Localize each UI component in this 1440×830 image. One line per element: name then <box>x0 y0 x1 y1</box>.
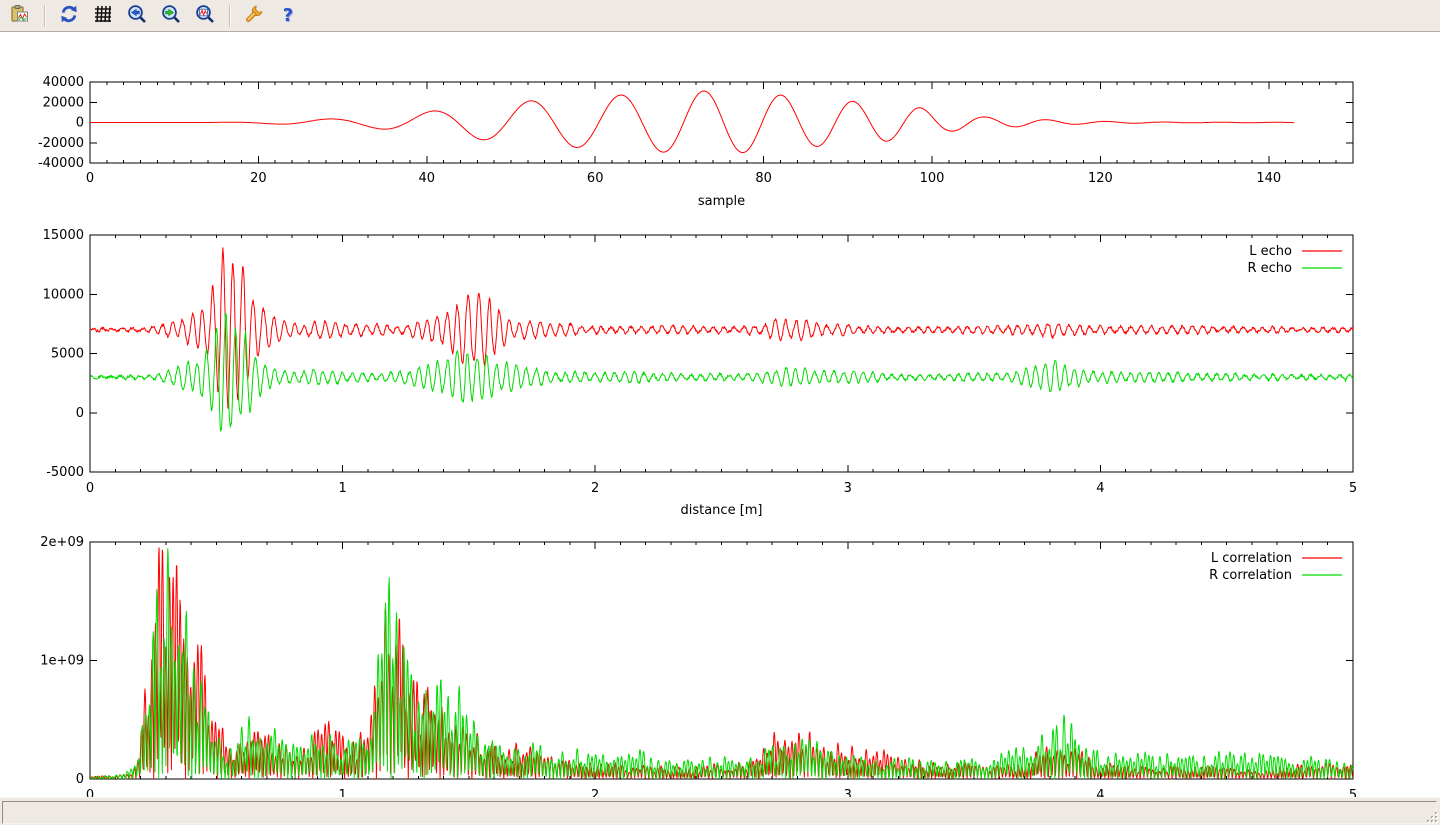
toolbar-separator <box>229 5 230 27</box>
svg-text:R echo: R echo <box>1247 261 1292 276</box>
svg-text:0: 0 <box>76 116 84 131</box>
svg-text:20000: 20000 <box>43 95 84 110</box>
svg-text:20: 20 <box>250 171 267 186</box>
replot-button[interactable] <box>55 2 83 30</box>
svg-text:distance [m]: distance [m] <box>680 503 762 518</box>
copy-plot-button[interactable] <box>6 2 34 30</box>
svg-text:sample: sample <box>698 194 745 209</box>
svg-text:0: 0 <box>76 406 84 421</box>
svg-text:80: 80 <box>755 171 772 186</box>
chart-correlation[interactable]: 01234501e+092e+09distance [m]L correlati… <box>0 528 1440 830</box>
svg-text:0: 0 <box>86 171 94 186</box>
svg-text:5000: 5000 <box>51 347 84 362</box>
grid-icon <box>93 4 113 28</box>
status-text <box>3 802 1436 808</box>
svg-text:2: 2 <box>591 481 599 496</box>
svg-text:120: 120 <box>1088 171 1113 186</box>
status-bar <box>0 797 1440 825</box>
svg-text:100: 100 <box>920 171 945 186</box>
svg-text:L echo: L echo <box>1249 244 1292 259</box>
toolbar: ? <box>0 0 1440 32</box>
chart-echo-signals[interactable]: 012345-5000050001000015000distance [m]L … <box>0 226 1440 528</box>
svg-text:2e+09: 2e+09 <box>40 535 84 550</box>
svg-text:60: 60 <box>587 171 604 186</box>
plot-canvas: 020406080100120140-40000-200000200004000… <box>0 33 1440 797</box>
chart-excitation-signal[interactable]: 0 20 40 60 80 100 120 140 -40000 -20000 0 20000 4000… <box>0 66 1440 226</box>
svg-text:15000: 15000 <box>43 228 84 243</box>
svg-text:L correlation: L correlation <box>1211 551 1292 566</box>
magnifier-plot-icon <box>195 4 215 28</box>
svg-text:1e+09: 1e+09 <box>40 654 84 669</box>
configure-button[interactable] <box>240 2 268 30</box>
question-mark-icon: ? <box>283 7 293 25</box>
zoom-next-button[interactable] <box>157 2 185 30</box>
refresh-icon <box>59 4 79 28</box>
gnuplot-window: ? 020406080100120140-40000-2000002000040… <box>0 0 1440 825</box>
wrench-icon <box>244 4 264 28</box>
svg-text:1: 1 <box>338 481 346 496</box>
help-button[interactable]: ? <box>274 2 302 30</box>
toolbar-separator <box>44 5 45 27</box>
magnifier-left-arrow-icon <box>127 4 147 28</box>
svg-text:40: 40 <box>419 171 436 186</box>
svg-text:-5000: -5000 <box>46 465 84 480</box>
svg-text:0: 0 <box>76 772 84 787</box>
svg-text:-40000: -40000 <box>38 156 84 171</box>
magnifier-right-arrow-icon <box>161 4 181 28</box>
svg-text:0: 0 <box>86 481 94 496</box>
svg-text:5: 5 <box>1349 481 1357 496</box>
toggle-grid-button[interactable] <box>89 2 117 30</box>
svg-text:10000: 10000 <box>43 287 84 302</box>
svg-text:40000: 40000 <box>43 75 84 90</box>
resize-grip[interactable] <box>1425 810 1439 824</box>
svg-text:R correlation: R correlation <box>1209 568 1292 583</box>
zoom-fit-button[interactable] <box>191 2 219 30</box>
svg-text:140: 140 <box>1256 171 1281 186</box>
status-field <box>2 801 1437 824</box>
svg-text:-20000: -20000 <box>38 136 84 151</box>
svg-text:3: 3 <box>844 481 852 496</box>
zoom-previous-button[interactable] <box>123 2 151 30</box>
svg-text:4: 4 <box>1096 481 1104 496</box>
clipboard-chart-icon <box>10 4 30 28</box>
